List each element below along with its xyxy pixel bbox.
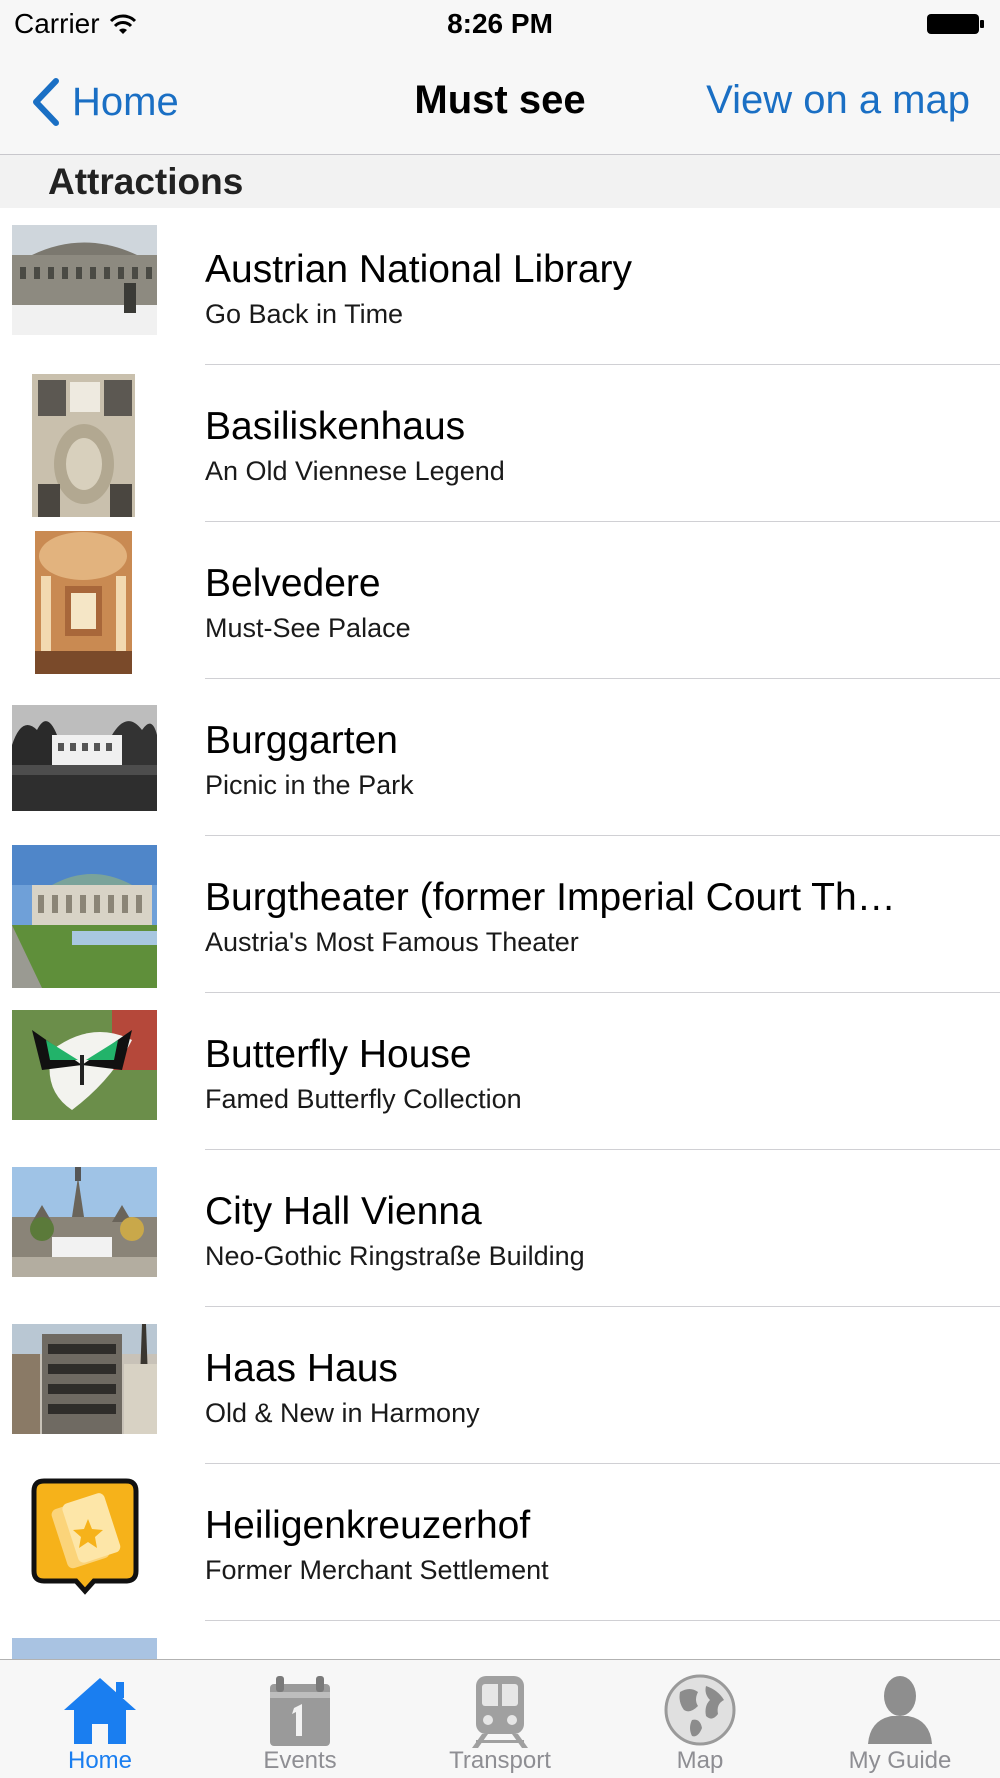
train-icon [472, 1676, 528, 1748]
tab-transport[interactable]: Transport [400, 1660, 600, 1778]
belvedere-thumbnail [35, 531, 132, 674]
person-icon [868, 1676, 932, 1744]
tab-events[interactable]: Events [200, 1660, 400, 1778]
item-subtitle: Picnic in the Park [205, 770, 414, 800]
library-thumbnail [12, 225, 157, 335]
tab-label: Events [263, 1747, 337, 1774]
item-title: Butterfly House [205, 1033, 472, 1076]
item-subtitle: Neo-Gothic Ringstraße Building [205, 1241, 585, 1271]
tab-bar: Home Events Transport Map My Guide [0, 1659, 1000, 1778]
section-header: Attractions [0, 155, 1000, 208]
item-title: Burggarten [205, 719, 398, 762]
back-button[interactable]: Home [28, 72, 179, 132]
status-bar: Carrier 8:26 PM [0, 0, 1000, 50]
list-item[interactable]: Haas Haus Old & New in Harmony [0, 1307, 1000, 1464]
tab-my-guide[interactable]: My Guide [800, 1660, 1000, 1778]
item-title: City Hall Vienna [205, 1190, 482, 1233]
item-subtitle: Old & New in Harmony [205, 1398, 480, 1428]
list-item[interactable]: Burgtheater (former Imperial Court Th… A… [0, 836, 1000, 993]
tab-label: Map [676, 1747, 724, 1774]
status-time: 8:26 PM [447, 8, 553, 39]
tab-label: Home [67, 1747, 133, 1774]
butterfly-house-thumbnail [12, 1010, 157, 1120]
item-subtitle: Go Back in Time [205, 299, 404, 329]
item-title: Basiliskenhaus [205, 405, 466, 448]
item-subtitle: An Old Viennese Legend [205, 456, 505, 486]
haas-haus-thumbnail [12, 1324, 157, 1434]
item-title: Haas Haus [205, 1347, 398, 1390]
globe-icon [664, 1674, 736, 1746]
item-subtitle: Former Merchant Settlement [205, 1555, 549, 1585]
list-item[interactable]: Austrian National Library Go Back in Tim… [0, 208, 1000, 365]
list-item[interactable]: Butterfly House Famed Butterfly Collecti… [0, 993, 1000, 1150]
basiliskenhaus-thumbnail [32, 374, 135, 517]
section-header-label: Attractions [48, 161, 244, 202]
battery-icon [927, 14, 984, 34]
item-title: Burgtheater (former Imperial Court Th… [205, 876, 896, 919]
house-icon [64, 1678, 136, 1744]
list-item[interactable] [0, 1621, 1000, 1660]
city-hall-thumbnail [12, 1167, 157, 1277]
screen: Carrier 8:26 PM Home Must see View on a … [0, 0, 1000, 1778]
chevron-left-icon [33, 78, 59, 126]
burggarten-thumbnail [12, 705, 157, 811]
item-subtitle: Must-See Palace [205, 613, 411, 643]
attractions-list[interactable]: Austrian National Library Go Back in Tim… [0, 208, 1000, 1660]
calendar-icon [270, 1676, 330, 1746]
list-item[interactable]: Basiliskenhaus An Old Viennese Legend [0, 365, 1000, 522]
list-item[interactable]: Belvedere Must-See Palace [0, 522, 1000, 679]
list-item[interactable]: Burggarten Picnic in the Park [0, 679, 1000, 836]
partial-thumbnail [12, 1638, 157, 1660]
item-title: Heiligenkreuzerhof [205, 1504, 531, 1547]
navigation-bar: Home Must see View on a map [0, 50, 1000, 155]
back-button-label: Home [72, 79, 179, 124]
list-item[interactable]: City Hall Vienna Neo-Gothic Ringstraße B… [0, 1150, 1000, 1307]
view-on-map-button[interactable]: View on a map [706, 78, 970, 123]
item-subtitle: Austria's Most Famous Theater [205, 927, 579, 957]
ticket-placeholder-icon [30, 1477, 140, 1595]
tab-map[interactable]: Map [600, 1660, 800, 1778]
tab-label: My Guide [848, 1747, 952, 1774]
tab-label: Transport [449, 1747, 551, 1774]
list-item[interactable]: Heiligenkreuzerhof Former Merchant Settl… [0, 1464, 1000, 1621]
item-title: Austrian National Library [205, 248, 633, 291]
burgtheater-thumbnail [12, 845, 157, 988]
item-subtitle: Famed Butterfly Collection [205, 1084, 522, 1114]
tab-home[interactable]: Home [0, 1660, 200, 1778]
item-title: Belvedere [205, 562, 381, 605]
